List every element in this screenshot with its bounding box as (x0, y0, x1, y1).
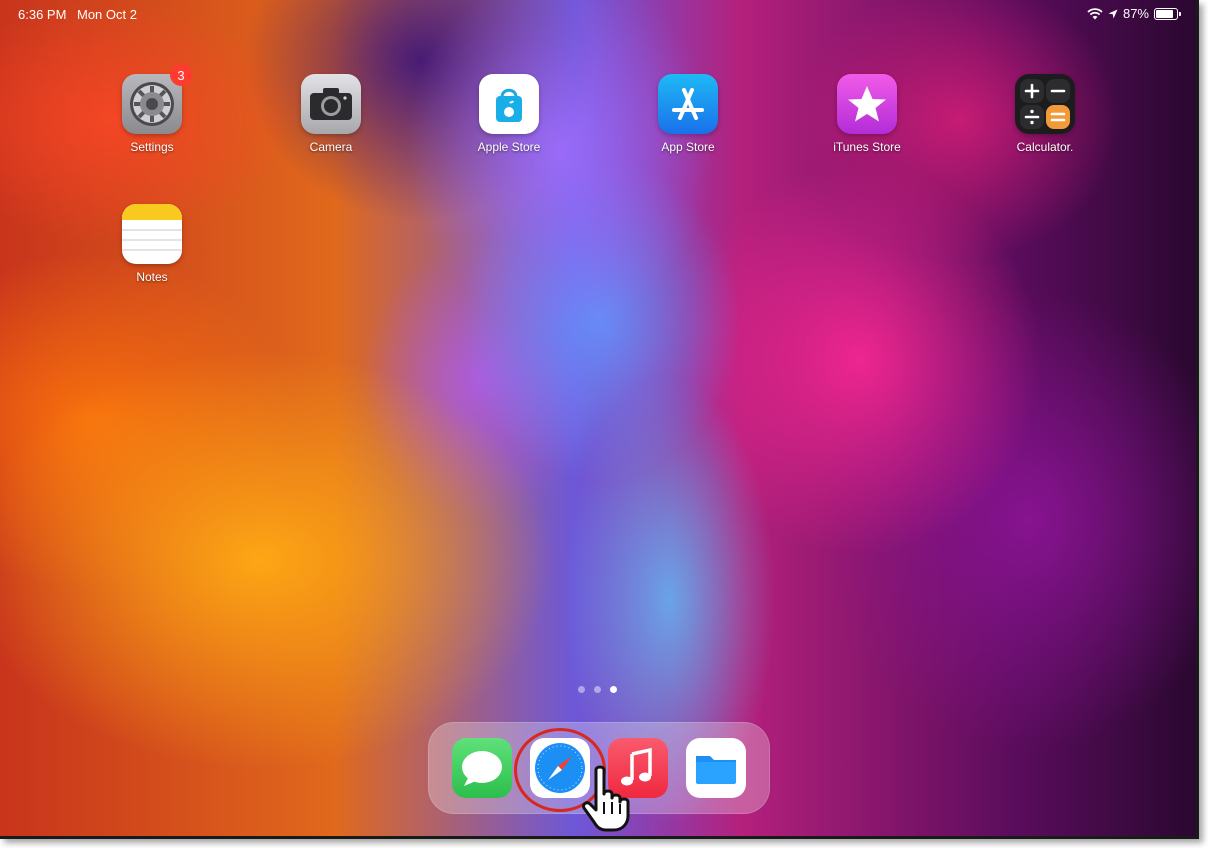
app-label: Apple Store (477, 140, 541, 154)
app-itunes-store[interactable]: iTunes Store (807, 74, 927, 154)
app-label: iTunes Store (833, 140, 901, 154)
gear-icon: 3 (122, 64, 192, 134)
location-icon (1108, 9, 1118, 18)
app-app-store[interactable]: App Store (628, 74, 748, 154)
dock-messages[interactable] (452, 738, 512, 798)
app-calculator[interactable]: Calculator. (985, 74, 1105, 154)
status-time: 6:36 PM (18, 7, 67, 22)
speech-bubble-icon (462, 751, 502, 786)
app-store-icon (658, 74, 718, 134)
app-label: Settings (130, 140, 174, 154)
hand-cursor-icon (582, 765, 630, 832)
app-apple-store[interactable]: Apple Store (449, 74, 569, 154)
star-icon (837, 74, 897, 134)
notification-badge: 3 (170, 64, 192, 86)
shopping-bag-icon (479, 74, 539, 134)
status-bar: 6:36 PM Mon Oct 2 87% (0, 0, 1196, 28)
page-indicator[interactable] (578, 686, 617, 693)
battery-percent: 87% (1122, 6, 1149, 21)
page-dot-active[interactable] (610, 686, 617, 693)
page-dot[interactable] (594, 686, 601, 693)
ipad-home-screen: 6:36 PM Mon Oct 2 87% 3 Settings Camera … (0, 0, 1199, 839)
app-label: App Store (661, 140, 715, 154)
dock-files[interactable] (686, 738, 746, 798)
status-date: Mon Oct 2 (77, 7, 137, 22)
page-dot[interactable] (578, 686, 585, 693)
app-notes[interactable]: Notes (92, 204, 212, 284)
app-camera[interactable]: Camera (271, 74, 391, 154)
app-label: Notes (136, 270, 168, 284)
wifi-icon (1087, 7, 1103, 19)
app-settings[interactable]: 3 Settings (92, 64, 212, 154)
notes-icon (122, 204, 182, 264)
camera-icon (301, 74, 361, 134)
app-label: Calculator. (1016, 140, 1074, 154)
folder-icon (696, 756, 736, 784)
battery-icon (1154, 7, 1181, 20)
app-label: Camera (309, 140, 353, 154)
status-indicators: 87% (1087, 6, 1181, 21)
calculator-icon (1015, 74, 1075, 134)
